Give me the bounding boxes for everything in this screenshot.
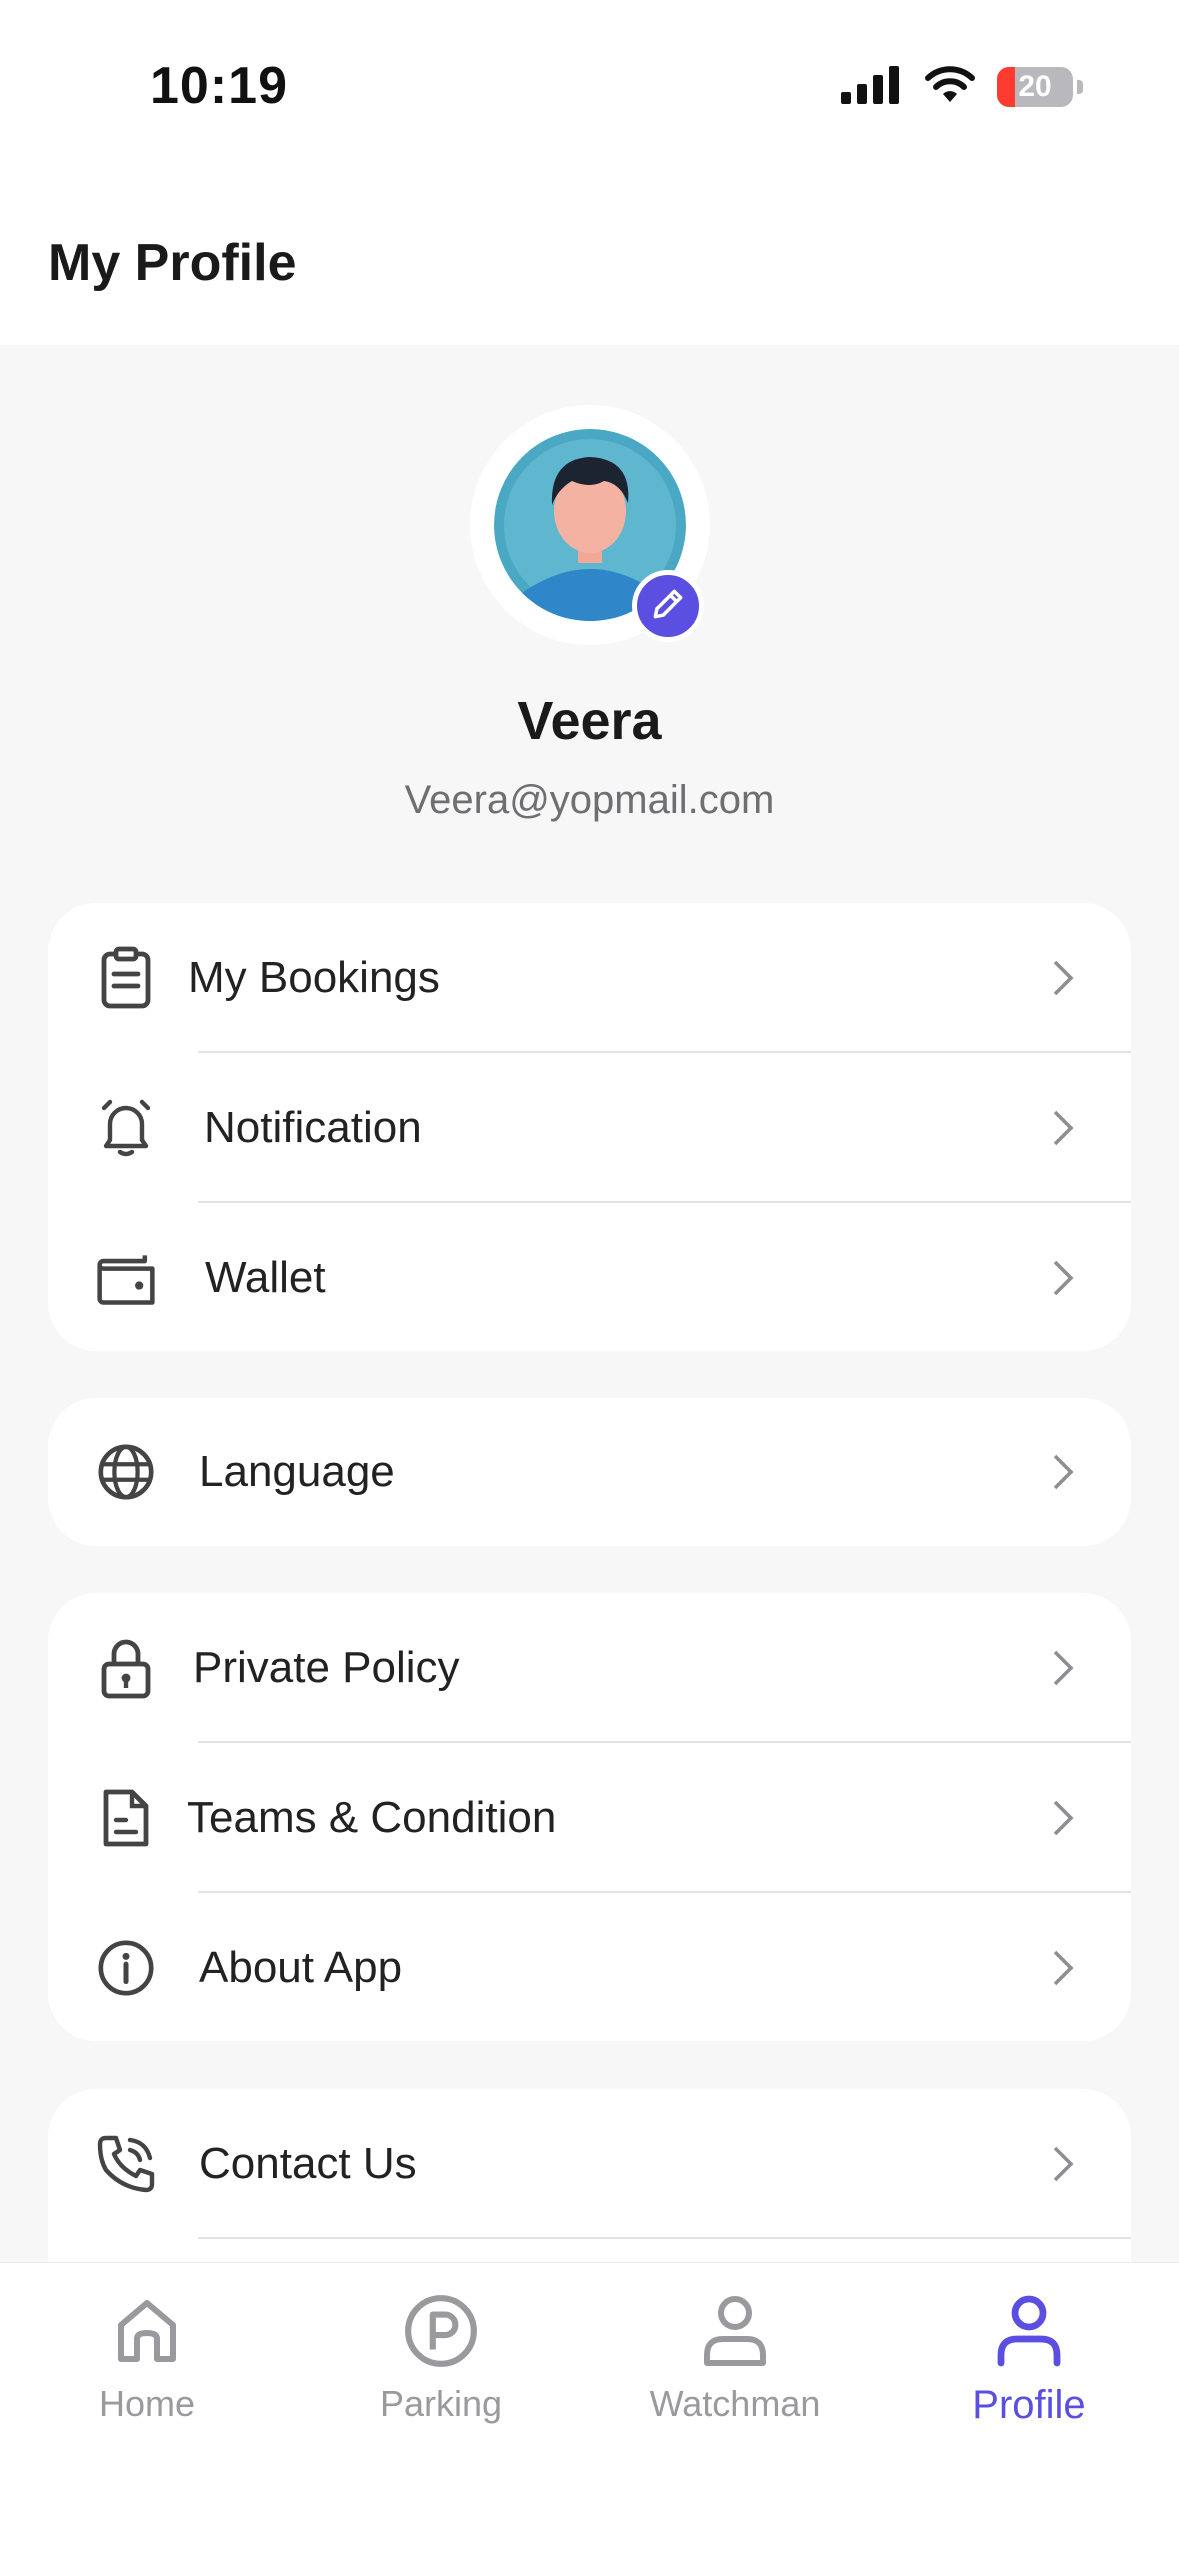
chevron-right-icon xyxy=(1051,1452,1077,1492)
menu-item-language[interactable]: Language xyxy=(48,1398,1131,1546)
tab-label: Profile xyxy=(972,2383,1086,2427)
tab-label: Parking xyxy=(379,2383,503,2424)
page-title: My Profile xyxy=(48,234,297,292)
menu-item-label: Wallet xyxy=(205,1253,326,1302)
tab-home[interactable]: Home xyxy=(0,2263,294,2463)
language-card: Language xyxy=(48,1398,1131,1546)
menu-item-teams-condition[interactable]: Teams & Condition xyxy=(48,1743,1131,1893)
clipboard-icon xyxy=(94,946,158,1010)
header: My Profile xyxy=(0,175,1179,345)
menu-item-private-policy[interactable]: Private Policy xyxy=(48,1593,1131,1743)
battery-level: 20 xyxy=(1018,69,1052,103)
chevron-right-icon xyxy=(1051,1948,1077,1988)
menu-item-label: My Bookings xyxy=(188,953,440,1002)
battery-icon: 20 xyxy=(997,66,1073,107)
chevron-right-icon xyxy=(1051,1798,1077,1838)
tab-parking[interactable]: Parking xyxy=(294,2263,588,2463)
wallet-icon xyxy=(94,1246,158,1310)
menu-item-contact-us[interactable]: Contact Us xyxy=(48,2089,1131,2239)
profile-email: Veera@yopmail.com xyxy=(404,778,775,822)
tab-watchman[interactable]: Watchman xyxy=(588,2263,882,2463)
bottom-tab-bar: Home Parking Watchman Profile xyxy=(0,2262,1179,2556)
info-icon xyxy=(94,1936,158,2000)
status-bar: 10:19 20 xyxy=(0,0,1179,175)
menu-item-label: Teams & Condition xyxy=(187,1793,557,1842)
menu-item-wallet[interactable]: Wallet xyxy=(48,1203,1131,1351)
bell-icon xyxy=(94,1096,158,1160)
chevron-right-icon xyxy=(1051,1108,1077,1148)
account-menu-card: My Bookings Notification Wallet xyxy=(48,903,1131,1351)
tab-profile[interactable]: Profile xyxy=(882,2263,1176,2463)
profile-icon xyxy=(987,2289,1071,2373)
chevron-right-icon xyxy=(1051,1648,1077,1688)
globe-icon xyxy=(94,1440,158,1504)
edit-avatar-button[interactable] xyxy=(632,570,704,642)
chevron-right-icon xyxy=(1051,958,1077,998)
menu-item-my-bookings[interactable]: My Bookings xyxy=(48,903,1131,1053)
person-icon xyxy=(693,2289,777,2373)
pencil-icon xyxy=(649,585,687,628)
battery-cap xyxy=(1077,79,1083,94)
menu-item-notification[interactable]: Notification xyxy=(48,1053,1131,1203)
legal-menu-card: Private Policy Teams & Condition About A… xyxy=(48,1593,1131,2041)
tab-label: Home xyxy=(98,2383,196,2424)
status-icons: 20 xyxy=(841,64,1083,109)
status-time: 10:19 xyxy=(150,57,288,115)
menu-item-label: Contact Us xyxy=(199,2139,417,2188)
menu-item-label: Language xyxy=(199,1447,395,1496)
document-icon xyxy=(94,1786,158,1850)
tab-label: Watchman xyxy=(649,2383,821,2424)
home-icon xyxy=(105,2289,189,2373)
menu-item-about-app[interactable]: About App xyxy=(48,1893,1131,2041)
chevron-right-icon xyxy=(1051,1258,1077,1298)
profile-name: Veera xyxy=(517,691,662,751)
lock-icon xyxy=(94,1636,158,1700)
wifi-icon xyxy=(923,64,977,109)
chevron-right-icon xyxy=(1051,2144,1077,2184)
divider xyxy=(198,2237,1131,2239)
signal-icon xyxy=(841,64,903,109)
menu-item-label: Private Policy xyxy=(193,1643,460,1692)
parking-icon xyxy=(399,2289,483,2373)
menu-item-label: About App xyxy=(199,1943,403,1992)
menu-item-label: Notification xyxy=(204,1103,422,1152)
phone-icon xyxy=(94,2132,158,2196)
